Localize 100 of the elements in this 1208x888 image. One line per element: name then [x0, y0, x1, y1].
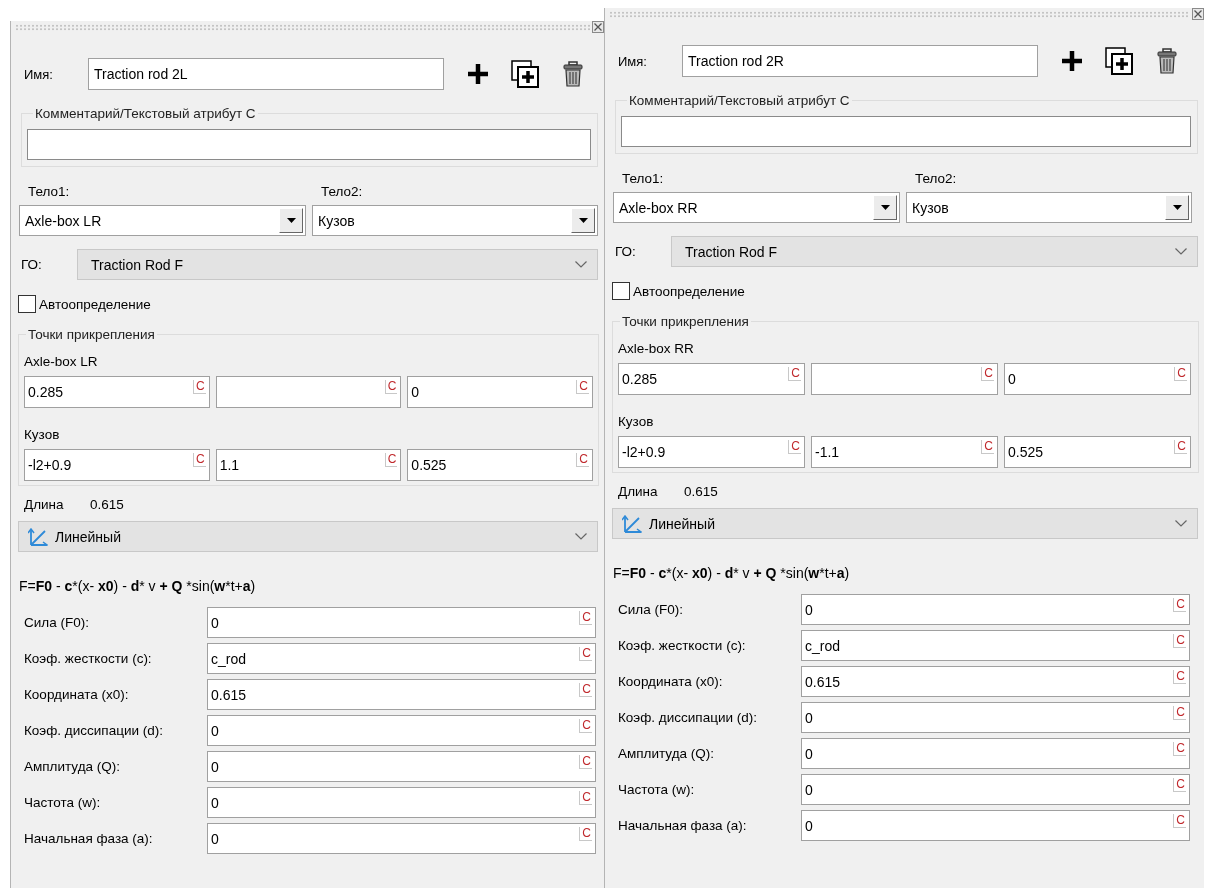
constant-button[interactable]: C — [788, 367, 801, 381]
field-label: Частота (w): — [618, 782, 696, 797]
constant-button[interactable]: C — [384, 380, 398, 394]
constant-button[interactable]: C — [1173, 706, 1186, 720]
dropdown[interactable]: Axle-box RR — [613, 192, 900, 223]
constant-button[interactable]: C — [193, 453, 206, 467]
close-icon[interactable] — [592, 21, 604, 33]
grip-bar[interactable] — [609, 10, 1190, 18]
grip-bar[interactable] — [15, 23, 590, 31]
dropdown-button[interactable] — [873, 195, 897, 220]
input-field[interactable]: 0 C — [207, 607, 596, 638]
constant-button[interactable]: C — [576, 453, 589, 467]
chevron-icon — [575, 261, 587, 268]
field-label: Сила (F0): — [24, 615, 90, 630]
dropdown-button[interactable] — [279, 208, 303, 233]
input-field[interactable]: 0 C — [207, 787, 596, 818]
input-field[interactable]: 0 C — [801, 738, 1190, 769]
input-field[interactable]: -l2+0.9 C — [24, 449, 210, 481]
dropdown-button[interactable] — [571, 208, 595, 233]
copy-plus-icon[interactable] — [511, 60, 539, 88]
model-dropdown[interactable]: Линейный — [612, 508, 1198, 539]
dropdown[interactable]: Кузов — [312, 205, 598, 236]
dropdown[interactable]: Traction Rod F — [671, 236, 1198, 267]
dropdown[interactable]: Кузов — [906, 192, 1192, 223]
dropdown[interactable]: Axle-box LR — [19, 205, 306, 236]
copy-plus-icon[interactable] — [1105, 47, 1133, 75]
caret-icon — [880, 205, 890, 210]
model-dropdown[interactable]: Линейный — [18, 521, 598, 552]
name-field[interactable]: Traction rod 2L — [88, 58, 444, 90]
constant-button[interactable]: C — [576, 380, 589, 394]
length-value: 0.615 — [90, 497, 124, 512]
input-field[interactable]: C — [811, 363, 998, 395]
constant-button[interactable]: C — [1173, 670, 1186, 684]
input-field[interactable]: 1.1 C — [215, 449, 402, 481]
dropdown-button[interactable] — [1165, 195, 1189, 220]
point-title: Кузов — [24, 427, 61, 443]
chevron-icon — [575, 533, 587, 540]
input-field[interactable]: 0.615 C — [801, 666, 1190, 697]
constant-button[interactable]: C — [1173, 634, 1186, 648]
constant-button[interactable]: C — [193, 380, 206, 394]
close-icon[interactable] — [1192, 8, 1204, 20]
constant-button[interactable]: C — [579, 755, 592, 769]
field-label: Начальная фаза (a): — [618, 818, 748, 833]
input-field[interactable]: 0 C — [1004, 363, 1191, 395]
plus-icon[interactable] — [1061, 50, 1083, 72]
input-field[interactable]: 0.525 C — [1004, 436, 1191, 468]
input-field[interactable]: 0.285 C — [618, 363, 805, 395]
name-label: Имя: — [618, 53, 648, 69]
checkbox[interactable] — [612, 282, 630, 300]
constant-button[interactable]: C — [579, 719, 592, 733]
comment-field[interactable] — [621, 116, 1191, 147]
constant-button[interactable]: C — [384, 453, 398, 467]
group-title: Точки прикрепления — [27, 327, 156, 342]
input-field[interactable]: 0 C — [801, 810, 1190, 841]
field-label: Координата (x0): — [618, 674, 724, 689]
plus-icon[interactable] — [467, 63, 489, 85]
field-label: Тело2: — [914, 171, 958, 186]
dropdown[interactable]: Traction Rod F — [77, 249, 598, 280]
constant-button[interactable]: C — [579, 683, 592, 697]
chevron-icon — [1175, 248, 1187, 255]
input-field[interactable]: 0.285 C — [24, 376, 210, 408]
checkbox[interactable] — [18, 295, 36, 313]
field-label: Амплитуда (Q): — [618, 746, 716, 761]
field-label: Координата (x0): — [24, 687, 130, 702]
constant-button[interactable]: C — [981, 440, 994, 454]
input-field[interactable]: -l2+0.9 C — [618, 436, 805, 468]
input-field[interactable]: 0 C — [801, 594, 1190, 625]
input-field[interactable]: 0 C — [801, 774, 1190, 805]
input-field[interactable]: c_rod C — [801, 630, 1190, 661]
formula-text: F=F0 - c*(x- x0) - d* v + Q *sin(w*t+a) — [612, 565, 851, 581]
constant-button[interactable]: C — [579, 611, 592, 625]
constant-button[interactable]: C — [981, 367, 994, 381]
field-label: Частота (w): — [24, 795, 102, 810]
constant-button[interactable]: C — [1174, 367, 1187, 381]
field-label: Амплитуда (Q): — [24, 759, 122, 774]
input-field[interactable]: -1.1 C — [811, 436, 998, 468]
length-label: Длина — [618, 484, 659, 499]
constant-button[interactable]: C — [1173, 778, 1186, 792]
input-field[interactable]: 0.615 C — [207, 679, 596, 710]
comment-field[interactable] — [27, 129, 591, 160]
input-field[interactable]: C — [215, 376, 402, 408]
input-field[interactable]: 0 C — [207, 823, 596, 854]
input-field[interactable]: 0 C — [801, 702, 1190, 733]
input-field[interactable]: 0 C — [407, 376, 593, 408]
constant-button[interactable]: C — [579, 647, 592, 661]
constant-button[interactable]: C — [788, 440, 801, 454]
constant-button[interactable]: C — [1173, 598, 1186, 612]
input-field[interactable]: 0 C — [207, 715, 596, 746]
name-field[interactable]: Traction rod 2R — [682, 45, 1038, 77]
trash-icon[interactable] — [563, 61, 583, 87]
trash-icon[interactable] — [1157, 48, 1177, 74]
constant-button[interactable]: C — [579, 791, 592, 805]
field-label: Тело1: — [27, 184, 71, 199]
input-field[interactable]: 0.525 C — [407, 449, 593, 481]
constant-button[interactable]: C — [1174, 440, 1187, 454]
constant-button[interactable]: C — [1173, 814, 1186, 828]
input-field[interactable]: 0 C — [207, 751, 596, 782]
constant-button[interactable]: C — [579, 827, 592, 841]
input-field[interactable]: c_rod C — [207, 643, 596, 674]
constant-button[interactable]: C — [1173, 742, 1186, 756]
